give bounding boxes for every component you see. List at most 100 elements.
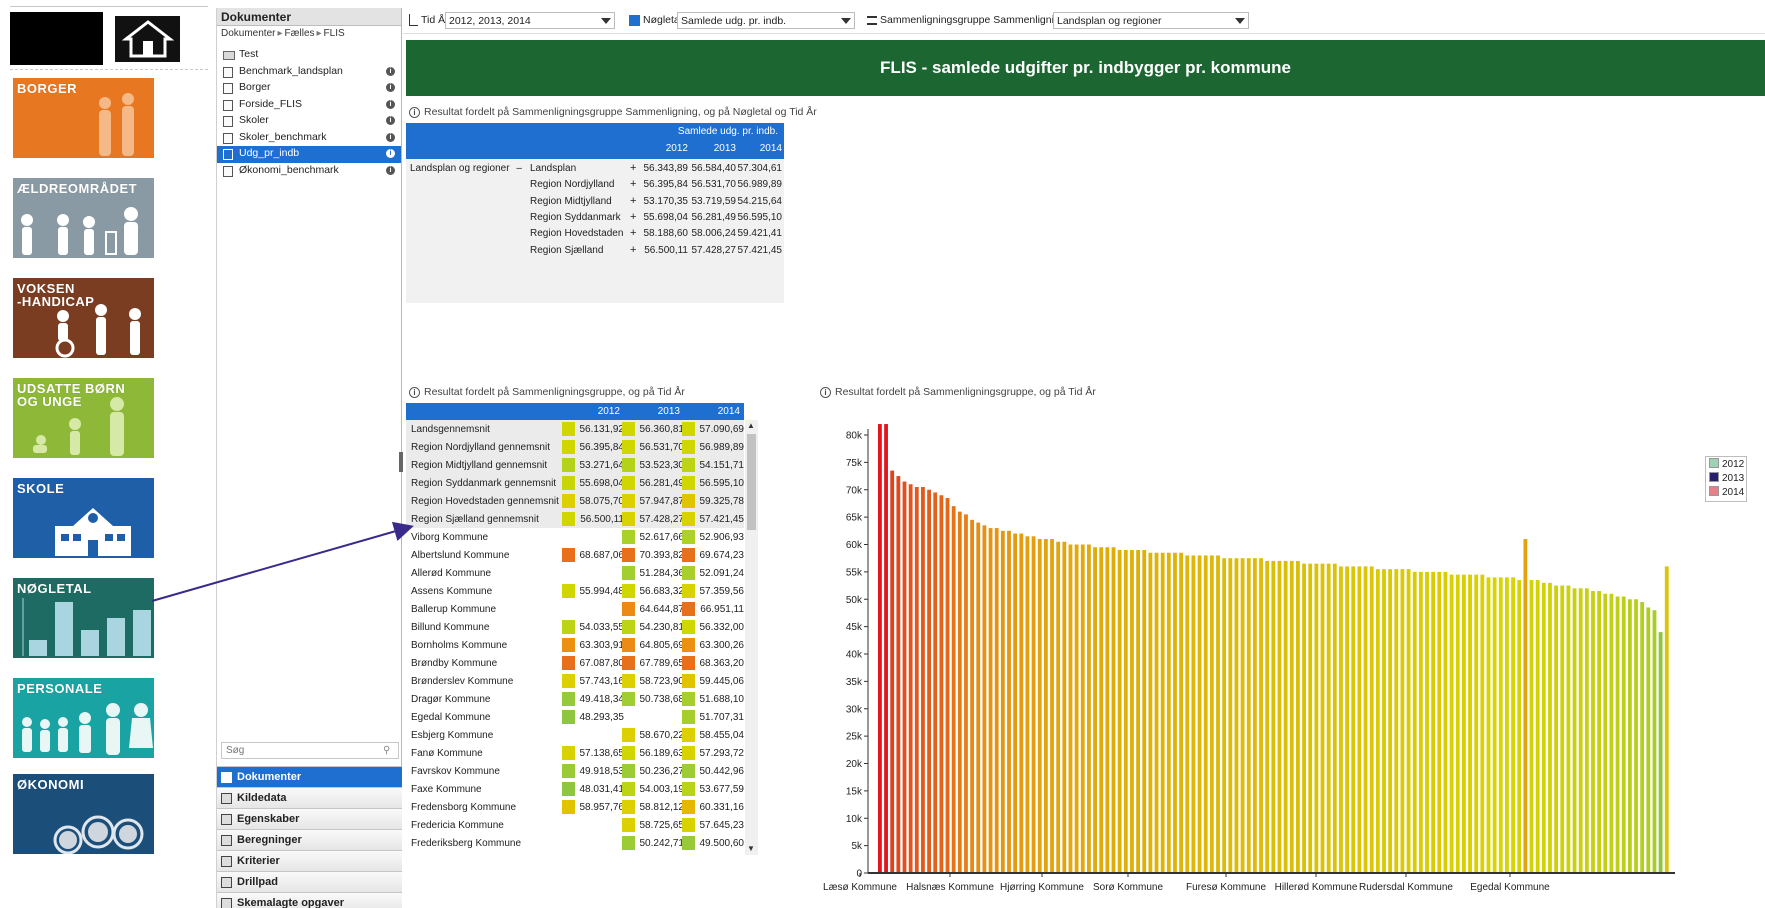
chart-bar[interactable] — [1461, 574, 1466, 873]
chart-bar[interactable] — [1222, 558, 1227, 873]
chart-bar[interactable] — [1228, 558, 1233, 873]
chart-bar[interactable] — [896, 476, 901, 873]
document-item[interactable]: Udg_pr_indb i — [217, 146, 401, 163]
chart-bar[interactable] — [1646, 607, 1651, 873]
chart-bar[interactable] — [1591, 591, 1595, 873]
chart-bar[interactable] — [1492, 577, 1497, 873]
table-row[interactable]: Faxe Kommune 48.031,41 54.003,19 53.677,59 — [406, 780, 744, 798]
chart-bar[interactable] — [1351, 566, 1356, 873]
chart-bar[interactable] — [1308, 563, 1313, 873]
table-row[interactable]: Egedal Kommune 48.293,35 51.707,31 — [406, 708, 744, 726]
chart-bar[interactable] — [951, 506, 956, 873]
chart-bar[interactable] — [1252, 558, 1257, 873]
document-item[interactable]: Forside_FLIS i — [217, 97, 401, 114]
table-row[interactable]: Esbjerg Kommune 58.670,22 58.455,04 — [406, 726, 744, 744]
chart-bar[interactable] — [1099, 547, 1104, 873]
info-icon[interactable]: i — [386, 165, 395, 175]
chart-bar[interactable] — [970, 519, 975, 873]
chart-bar[interactable] — [1523, 539, 1528, 873]
info-icon[interactable]: i — [386, 132, 395, 142]
chart-bar[interactable] — [1615, 596, 1620, 873]
row-label[interactable]: Region Hovedstaden — [530, 228, 623, 239]
info-icon[interactable]: i — [386, 83, 395, 92]
panel-tab[interactable]: Dokumenter — [217, 766, 402, 787]
chart-bar[interactable] — [1412, 571, 1417, 873]
chart-bar[interactable] — [878, 424, 882, 873]
tile-personale[interactable]: PERSONALE — [13, 678, 154, 758]
chart-bar[interactable] — [1326, 563, 1331, 873]
chart-bar[interactable] — [1056, 541, 1061, 873]
chart-bar[interactable] — [1529, 580, 1534, 873]
document-item[interactable]: Test — [217, 47, 401, 64]
chart-bar[interactable] — [1578, 588, 1583, 873]
chart-bar[interactable] — [1627, 599, 1632, 873]
table-row[interactable]: Albertslund Kommune 68.687,06 70.393,82 69.… — [406, 546, 744, 564]
legend-item[interactable]: 2012 — [1709, 458, 1744, 472]
table-row[interactable]: Region Hovedstaden gennemsnit 58.075,70 57… — [406, 492, 744, 510]
chart-bar[interactable] — [1541, 582, 1546, 873]
table-row[interactable]: Region Syddanmark gennemsnit 55.698,04 56.… — [406, 474, 744, 492]
chart-bar[interactable] — [1640, 601, 1645, 873]
noegletal-select[interactable]: Samlede udg. pr. indb. — [677, 12, 855, 29]
chart-bar[interactable] — [1332, 563, 1337, 873]
chart-bar[interactable] — [1259, 558, 1263, 873]
chart-bar[interactable] — [1505, 577, 1509, 873]
table-row[interactable]: Fanø Kommune 57.138,65 56.189,63 57.293,72 — [406, 744, 744, 762]
chart-bar[interactable] — [1406, 569, 1411, 873]
chart-bar[interactable] — [1554, 585, 1559, 873]
chart-bar[interactable] — [1474, 574, 1479, 873]
table-row[interactable]: Region Midtjylland gennemsnit 53.271,64 53… — [406, 456, 744, 474]
chart-bar[interactable] — [1123, 549, 1128, 873]
info-icon[interactable]: i — [386, 99, 395, 109]
chart-bar[interactable] — [1031, 536, 1036, 873]
document-item[interactable]: Skoler i — [217, 113, 401, 130]
chart-bar[interactable] — [945, 497, 950, 873]
document-item[interactable]: Benchmark_landsplan i — [217, 64, 401, 81]
chart-bar[interactable] — [1566, 585, 1571, 873]
info-icon[interactable]: i — [386, 66, 395, 76]
chart-bar[interactable] — [1652, 610, 1657, 873]
chart-bar[interactable] — [1025, 536, 1030, 873]
chart-bar[interactable] — [1658, 632, 1663, 873]
chart-bar[interactable] — [957, 511, 962, 873]
chart-bar[interactable] — [1019, 533, 1024, 873]
chart-bar[interactable] — [1166, 552, 1171, 873]
chart-bar[interactable] — [1511, 577, 1515, 873]
row-label[interactable]: Region Nordjylland — [530, 179, 615, 190]
row-label[interactable]: Landsplan — [530, 163, 576, 174]
chart-bar[interactable] — [982, 525, 987, 873]
chart-bar[interactable] — [1382, 569, 1386, 873]
chart-bar[interactable] — [1584, 588, 1589, 873]
chart-bar[interactable] — [1185, 555, 1190, 873]
chart-bar[interactable] — [1634, 599, 1638, 873]
table-row[interactable]: Brøndby Kommune 67.087,80 67.789,65 68.363,… — [406, 654, 744, 672]
chart-bar[interactable] — [1572, 588, 1577, 873]
chart-bar[interactable] — [927, 489, 931, 873]
home-button[interactable] — [115, 16, 180, 62]
chart-bar[interactable] — [890, 470, 895, 873]
row-label[interactable]: Region Syddanmark — [530, 212, 621, 223]
chart-bar[interactable] — [1240, 558, 1245, 873]
table-row[interactable]: Assens Kommune 55.994,48 56.683,32 57.359,5… — [406, 582, 744, 600]
chart-bar[interactable] — [933, 492, 938, 873]
collapse-handle[interactable] — [399, 452, 403, 472]
breadcrumb-item[interactable]: FLIS — [324, 28, 345, 39]
chart-bar[interactable] — [1074, 544, 1079, 874]
expand-icon[interactable]: + — [630, 162, 636, 174]
table-row[interactable]: Landsgennemsnit 56.131,92 56.360,81 57.090,… — [406, 420, 744, 438]
tile-aeldreomraadet[interactable]: ÆLDREOMRÅDET — [13, 178, 154, 258]
chart-bar[interactable] — [988, 528, 993, 873]
chart-bar[interactable] — [1265, 560, 1270, 873]
panel-tab[interactable]: Kildedata — [217, 787, 402, 808]
panel-tab[interactable]: Beregninger — [217, 829, 402, 850]
chart-bar[interactable] — [1209, 555, 1214, 873]
expand-icon[interactable]: + — [630, 244, 636, 256]
chart-bar[interactable] — [1093, 547, 1097, 873]
chevron-up-icon[interactable]: ▲ — [747, 421, 755, 430]
chart-bar[interactable] — [1197, 555, 1202, 873]
chart-bar[interactable] — [1013, 533, 1018, 873]
tile-noegletal[interactable]: NØGLETAL — [13, 578, 154, 658]
chart-bar[interactable] — [1148, 552, 1153, 873]
chart-bar[interactable] — [1277, 560, 1282, 873]
tid-select[interactable]: 2012, 2013, 2014 — [445, 12, 615, 29]
